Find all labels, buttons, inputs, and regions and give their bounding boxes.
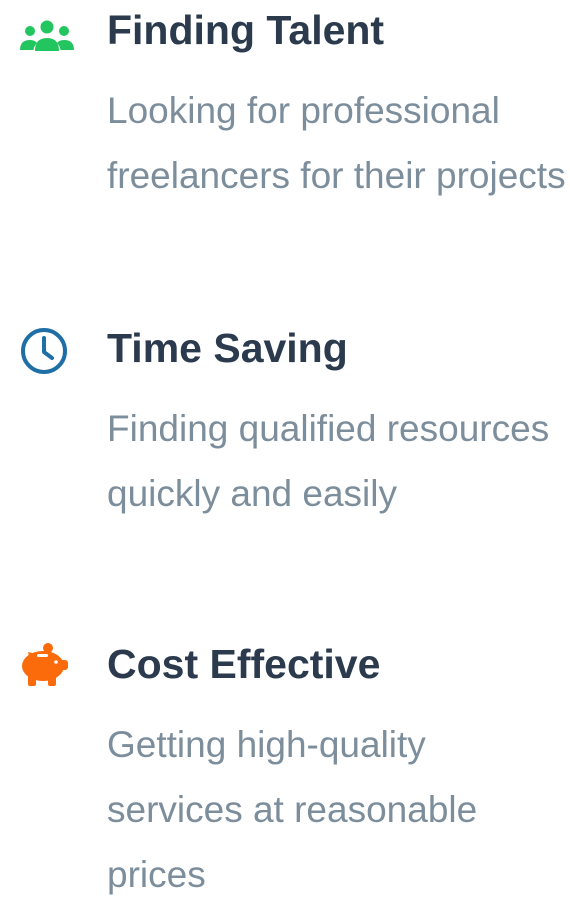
feature-description: Looking for professional freelancers for…: [107, 90, 566, 196]
feature-title: Finding Talent: [107, 7, 385, 53]
feature-title: Cost Effective: [107, 641, 381, 687]
feature-title: Time Saving: [107, 325, 348, 371]
piggy-bank-icon: [18, 640, 76, 690]
feature-description: Finding qualified resources quickly and …: [107, 408, 550, 514]
feature-description: Getting high-quality services at reasona…: [107, 724, 478, 895]
clock-icon: [18, 326, 76, 376]
users-icon: [18, 9, 76, 59]
